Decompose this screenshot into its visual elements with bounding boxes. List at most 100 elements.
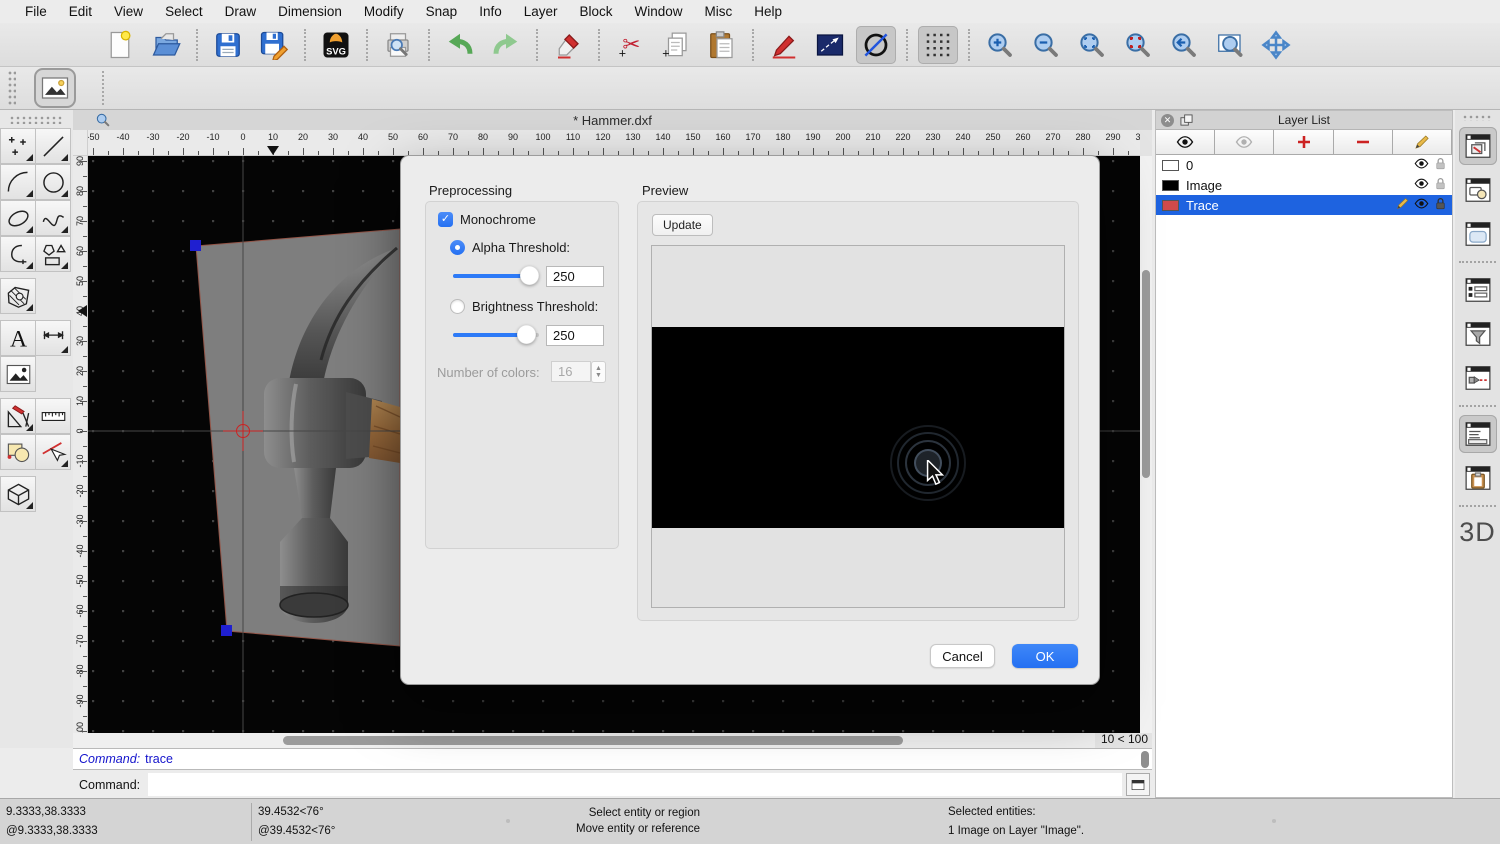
insert-image-button[interactable] xyxy=(34,68,76,108)
menu-edit[interactable]: Edit xyxy=(58,4,103,19)
polyline-tools[interactable] xyxy=(0,236,36,272)
clipboard-toggle[interactable] xyxy=(1459,459,1497,497)
layer-visibility-icon[interactable] xyxy=(1414,196,1429,214)
monochrome-row[interactable]: ✓ Monochrome xyxy=(438,212,536,227)
point-tools[interactable] xyxy=(0,128,36,164)
delete-button[interactable] xyxy=(548,26,588,64)
menu-help[interactable]: Help xyxy=(743,4,793,19)
text-tool[interactable]: A xyxy=(0,320,36,356)
alpha-threshold-slider[interactable] xyxy=(453,274,539,278)
brightness-threshold-radio[interactable] xyxy=(450,299,465,314)
menu-draw[interactable]: Draw xyxy=(214,4,268,19)
layer-visibility-icon[interactable] xyxy=(1414,176,1429,194)
menu-window[interactable]: Window xyxy=(624,4,694,19)
menu-misc[interactable]: Misc xyxy=(694,4,744,19)
undo-button[interactable] xyxy=(440,26,480,64)
layer-edit-icon[interactable] xyxy=(1395,196,1410,214)
layer-row-trace[interactable]: Trace xyxy=(1156,195,1452,215)
open-file-button[interactable] xyxy=(146,26,186,64)
trace-button[interactable] xyxy=(856,26,896,64)
command-window-button[interactable] xyxy=(1126,773,1150,796)
ok-button[interactable]: OK xyxy=(1012,644,1078,668)
number-of-colors-input[interactable] xyxy=(551,361,591,382)
property-editor-toggle[interactable] xyxy=(1459,271,1497,309)
widget-toggle[interactable] xyxy=(1459,359,1497,397)
toolbar-drag-handle[interactable] xyxy=(8,71,16,105)
menu-select[interactable]: Select xyxy=(154,4,214,19)
alpha-threshold-input[interactable] xyxy=(546,266,604,287)
menu-info[interactable]: Info xyxy=(468,4,513,19)
menu-block[interactable]: Block xyxy=(569,4,624,19)
menu-file[interactable]: File xyxy=(14,4,58,19)
edit-layer-button[interactable] xyxy=(1393,130,1452,154)
dimension-tools[interactable] xyxy=(35,320,71,356)
horizontal-scrollbar-thumb[interactable] xyxy=(283,736,903,745)
block-list-toggle[interactable] xyxy=(1459,171,1497,209)
strip-drag-handle[interactable] xyxy=(1463,115,1492,121)
image-tool[interactable] xyxy=(0,356,36,392)
horizontal-scrollbar[interactable] xyxy=(73,733,1095,748)
add-layer-button[interactable] xyxy=(1274,130,1333,154)
previous-view-button[interactable] xyxy=(1164,26,1204,64)
number-of-colors-stepper[interactable]: ▲▼ xyxy=(591,361,606,383)
draw-order-button[interactable] xyxy=(764,26,804,64)
command-line-toggle[interactable] xyxy=(1459,415,1497,453)
select-tools[interactable] xyxy=(35,434,71,470)
print-preview-button[interactable] xyxy=(378,26,418,64)
copy-button[interactable]: + xyxy=(656,26,696,64)
menu-dimension[interactable]: Dimension xyxy=(267,4,353,19)
cut-button[interactable]: ✂+ xyxy=(610,26,650,64)
arc-tools[interactable] xyxy=(0,164,36,200)
hatch-tool[interactable] xyxy=(0,278,36,314)
brightness-threshold-slider[interactable] xyxy=(453,333,539,337)
menu-view[interactable]: View xyxy=(103,4,154,19)
window-zoom-button[interactable] xyxy=(1210,26,1250,64)
selection-filter-toggle[interactable] xyxy=(1459,315,1497,353)
measure-tool[interactable] xyxy=(35,398,71,434)
zoom-out-button[interactable] xyxy=(1026,26,1066,64)
command-history-scrollbar[interactable] xyxy=(1141,751,1149,768)
pan-button[interactable] xyxy=(1256,26,1296,64)
command-input[interactable] xyxy=(148,773,1122,796)
line-tools[interactable] xyxy=(35,128,71,164)
grid-toggle-button[interactable] xyxy=(918,26,958,64)
ellipse-tools[interactable] xyxy=(0,200,36,236)
menu-snap[interactable]: Snap xyxy=(415,4,469,19)
vertical-scrollbar[interactable] xyxy=(1140,156,1152,733)
view-list-toggle[interactable] xyxy=(1459,215,1497,253)
circle-tools[interactable] xyxy=(35,164,71,200)
redo-button[interactable] xyxy=(486,26,526,64)
spline-tools[interactable] xyxy=(35,200,71,236)
layer-list-toggle[interactable] xyxy=(1459,127,1497,165)
3d-view-label[interactable]: 3D xyxy=(1455,517,1500,548)
save-as-button[interactable] xyxy=(254,26,294,64)
float-panel-icon[interactable] xyxy=(1180,114,1193,127)
layer-row-0[interactable]: 0 xyxy=(1156,155,1452,175)
zoom-selection-button[interactable] xyxy=(1118,26,1158,64)
close-icon[interactable]: ✕ xyxy=(1161,114,1174,127)
brightness-threshold-input[interactable] xyxy=(546,325,604,346)
remove-layer-button[interactable] xyxy=(1334,130,1393,154)
vertical-scrollbar-thumb[interactable] xyxy=(1142,270,1150,478)
shape-tools[interactable] xyxy=(35,236,71,272)
svg-export-button[interactable]: SVG xyxy=(316,26,356,64)
layer-lock-icon[interactable] xyxy=(1433,176,1448,194)
layer-lock-icon[interactable] xyxy=(1433,156,1448,174)
misc-draw-tools[interactable] xyxy=(0,398,36,434)
brightness-slider-knob[interactable] xyxy=(517,325,536,344)
solid-tools[interactable] xyxy=(0,476,36,512)
update-button[interactable]: Update xyxy=(652,214,713,236)
menu-layer[interactable]: Layer xyxy=(513,4,569,19)
save-button[interactable] xyxy=(208,26,248,64)
layer-visibility-icon[interactable] xyxy=(1414,156,1429,174)
palette-drag-handle[interactable] xyxy=(10,116,63,124)
zoom-in-button[interactable] xyxy=(980,26,1020,64)
layer-row-image[interactable]: Image xyxy=(1156,175,1452,195)
monochrome-checkbox[interactable]: ✓ xyxy=(438,212,453,227)
polyline-button[interactable] xyxy=(810,26,850,64)
alpha-threshold-radio[interactable] xyxy=(450,240,465,255)
show-all-layers-button[interactable] xyxy=(1156,130,1215,154)
alpha-slider-knob[interactable] xyxy=(520,266,539,285)
paste-button[interactable] xyxy=(702,26,742,64)
alpha-threshold-row[interactable]: Alpha Threshold: xyxy=(450,240,570,255)
